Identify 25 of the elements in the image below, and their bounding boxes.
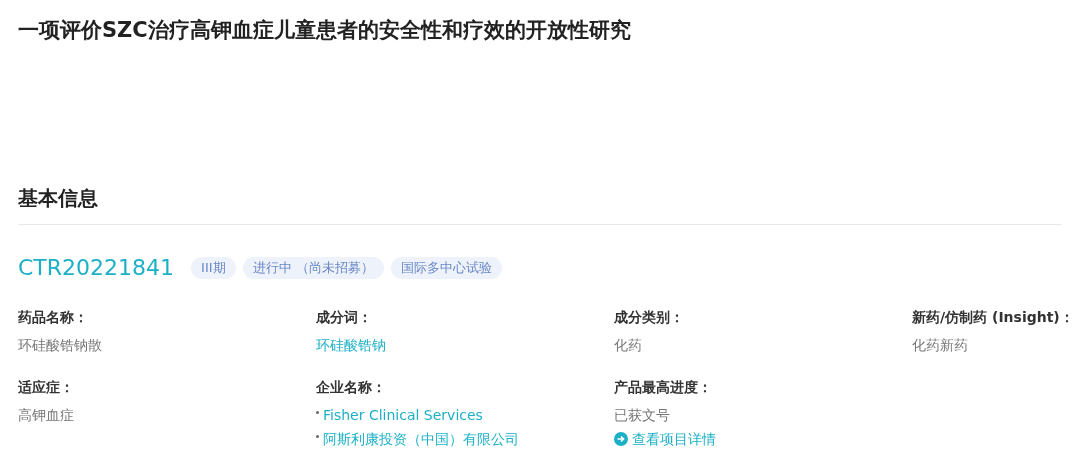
- field-label: 成分类别：: [614, 308, 685, 327]
- field-value: 已获文号: [614, 406, 671, 425]
- field-value: 环硅酸锆钠散: [18, 336, 103, 355]
- status-tag: III期: [191, 257, 236, 279]
- trial-id: CTR20221841: [18, 254, 175, 282]
- page-title: 一项评价SZC治疗高钾血症儿童患者的安全性和疗效的开放性研究: [18, 17, 632, 44]
- bullet-icon: [316, 411, 319, 414]
- field-value: 化药新药: [912, 336, 969, 355]
- field-label: 新药/仿制药 (Insight)：: [912, 308, 1074, 327]
- field-label: 企业名称：: [316, 378, 387, 397]
- details-link[interactable]: 查看项目详情: [614, 429, 716, 449]
- company-link[interactable]: 阿斯利康投资（中国）有限公司: [323, 429, 519, 449]
- section-heading: 基本信息: [18, 184, 1062, 225]
- company-link[interactable]: Fisher Clinical Services: [323, 405, 483, 425]
- field-value: 化药: [614, 336, 643, 355]
- arrow-circle-icon: [614, 432, 628, 446]
- field-label: 药品名称：: [18, 308, 89, 327]
- status-tag: 进行中 （尚未招募）: [242, 257, 384, 279]
- value-link[interactable]: 环硅酸锆钠: [316, 335, 386, 355]
- status-tag: 国际多中心试验: [390, 257, 502, 279]
- field-label: 产品最高进度：: [614, 378, 713, 397]
- field-label: 成分词：: [316, 308, 373, 327]
- field-label: 适应症：: [18, 378, 75, 397]
- field-value: 高钾血症: [18, 406, 75, 425]
- bullet-icon: [316, 435, 319, 438]
